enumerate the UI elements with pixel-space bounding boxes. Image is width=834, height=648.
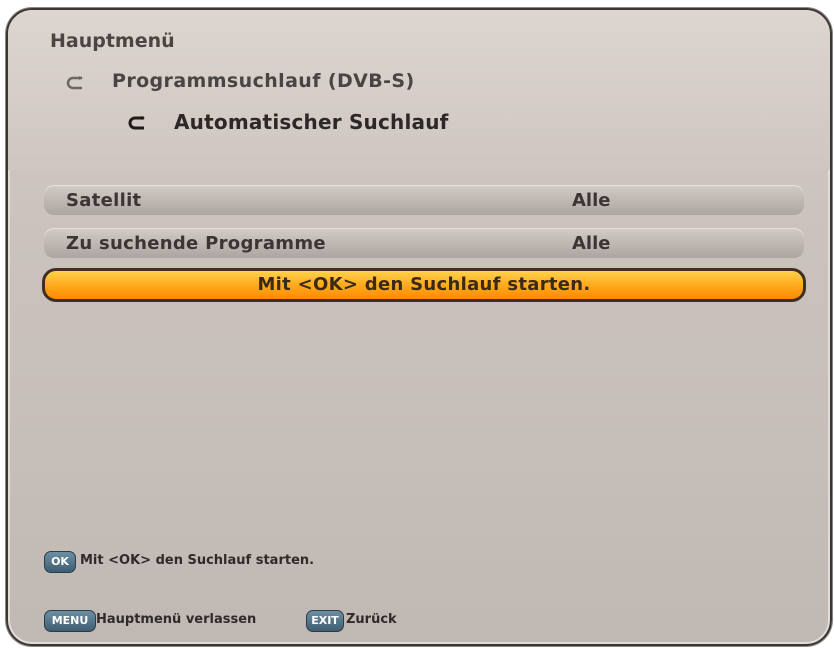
setting-value: Alle bbox=[572, 190, 611, 211]
exit-hint: Zurück bbox=[346, 612, 397, 627]
breadcrumb-level2: Automatischer Suchlauf bbox=[174, 110, 449, 134]
start-search-button[interactable]: Mit <OK> den Suchlauf starten. bbox=[42, 268, 806, 302]
return-arrow-icon bbox=[66, 76, 83, 90]
setting-label: Zu suchende Programme bbox=[66, 233, 326, 254]
menu-hint: Hauptmenü verlassen bbox=[96, 612, 257, 627]
ok-key-icon: OK bbox=[44, 551, 76, 573]
exit-key-icon: EXIT bbox=[306, 610, 344, 632]
menu-panel: Hauptmenü Programmsuchlauf (DVB-S) Autom… bbox=[6, 8, 832, 646]
setting-row-satellit[interactable]: Satellit Alle bbox=[44, 185, 804, 215]
return-arrow-icon bbox=[128, 116, 145, 130]
setting-row-programme[interactable]: Zu suchende Programme Alle bbox=[44, 228, 804, 258]
menu-key-icon: MENU bbox=[44, 610, 96, 632]
setting-value: Alle bbox=[572, 233, 611, 254]
breadcrumb-level1: Programmsuchlauf (DVB-S) bbox=[112, 70, 415, 92]
start-search-label: Mit <OK> den Suchlauf starten. bbox=[257, 274, 591, 295]
ok-hint: Mit <OK> den Suchlauf starten. bbox=[80, 553, 315, 568]
setting-label: Satellit bbox=[66, 190, 142, 211]
page-title: Hauptmenü bbox=[50, 30, 175, 52]
